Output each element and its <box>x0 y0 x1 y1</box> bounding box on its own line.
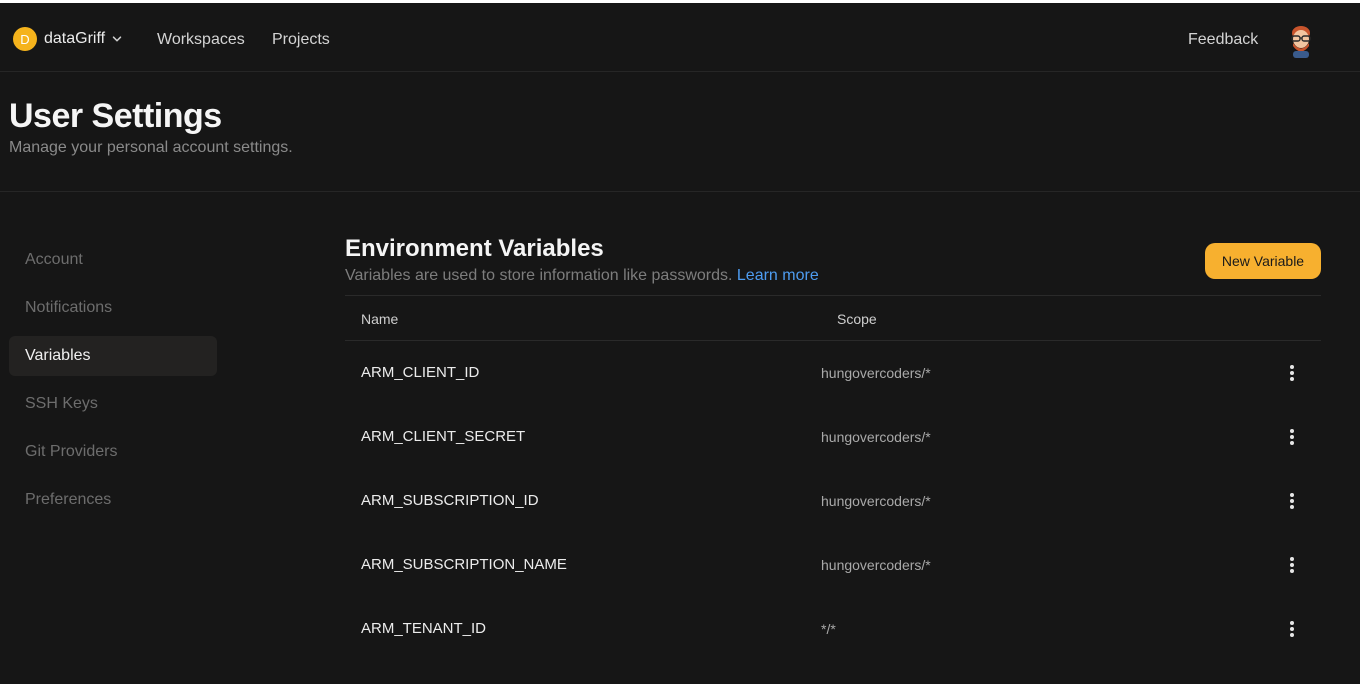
variable-scope: hungovercoders/* <box>821 557 931 573</box>
settings-sidebar: Account Notifications Variables SSH Keys… <box>9 240 217 528</box>
section-description-text: Variables are used to store information … <box>345 267 733 284</box>
sidebar-item-notifications[interactable]: Notifications <box>9 288 217 328</box>
table-row: ARM_SUBSCRIPTION_NAME hungovercoders/* <box>345 533 1321 597</box>
table-row: ARM_CLIENT_SECRET hungovercoders/* <box>345 405 1321 469</box>
kebab-menu-icon[interactable] <box>1288 428 1296 446</box>
feedback-link[interactable]: Feedback <box>1188 31 1258 49</box>
variable-name: ARM_SUBSCRIPTION_NAME <box>361 556 567 573</box>
column-header-scope: Scope <box>837 311 877 327</box>
learn-more-link[interactable]: Learn more <box>737 267 819 284</box>
variable-name: ARM_CLIENT_ID <box>361 364 480 381</box>
page-title: User Settings <box>9 97 222 135</box>
variables-table: Name Scope ARM_CLIENT_ID hungovercoders/… <box>345 295 1321 661</box>
org-switcher[interactable]: D dataGriff <box>13 27 122 51</box>
kebab-menu-icon[interactable] <box>1288 364 1296 382</box>
table-row: ARM_CLIENT_ID hungovercoders/* <box>345 341 1321 405</box>
section-title: Environment Variables <box>345 235 604 262</box>
variable-name: ARM_CLIENT_SECRET <box>361 428 526 445</box>
column-header-name: Name <box>361 311 399 327</box>
table-row: ARM_TENANT_ID */* <box>345 597 1321 661</box>
org-name: dataGriff <box>44 30 106 47</box>
variable-scope: hungovercoders/* <box>821 365 931 381</box>
sidebar-item-variables[interactable]: Variables <box>9 336 217 376</box>
nav-projects[interactable]: Projects <box>272 31 330 49</box>
avatar[interactable] <box>1287 24 1315 58</box>
new-variable-button[interactable]: New Variable <box>1205 243 1321 279</box>
sidebar-item-preferences[interactable]: Preferences <box>9 480 217 520</box>
variable-scope: hungovercoders/* <box>821 493 931 509</box>
kebab-menu-icon[interactable] <box>1288 492 1296 510</box>
sidebar-item-account[interactable]: Account <box>9 240 217 280</box>
sidebar-item-git-providers[interactable]: Git Providers <box>9 432 217 472</box>
variable-scope: */* <box>821 621 836 637</box>
nav-workspaces[interactable]: Workspaces <box>157 31 245 49</box>
kebab-menu-icon[interactable] <box>1288 556 1296 574</box>
table-row: ARM_SUBSCRIPTION_ID hungovercoders/* <box>345 469 1321 533</box>
page-subtitle: Manage your personal account settings. <box>9 139 293 156</box>
page-header: User Settings Manage your personal accou… <box>0 72 1360 192</box>
chevron-down-icon <box>112 36 122 42</box>
sidebar-item-ssh-keys[interactable]: SSH Keys <box>9 384 217 424</box>
org-badge: D <box>13 27 37 51</box>
kebab-menu-icon[interactable] <box>1288 620 1296 638</box>
table-header: Name Scope <box>345 296 1321 341</box>
section-description: Variables are used to store information … <box>345 267 819 285</box>
variable-scope: hungovercoders/* <box>821 429 931 445</box>
variable-name: ARM_TENANT_ID <box>361 620 487 637</box>
top-navigation-bar: D dataGriff Workspaces Projects Feedback <box>0 3 1360 72</box>
variable-name: ARM_SUBSCRIPTION_ID <box>361 492 539 509</box>
